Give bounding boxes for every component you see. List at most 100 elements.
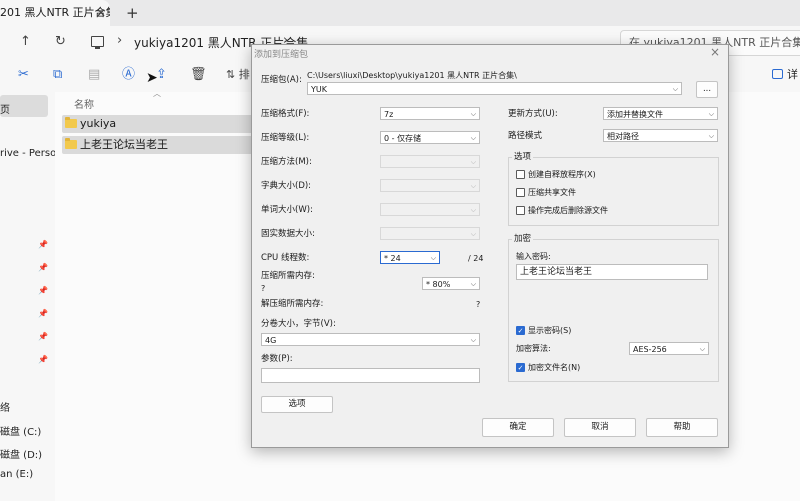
list-item[interactable]: 上老王论坛当老王 (62, 136, 254, 154)
sidebar-item-network[interactable]: 络 (0, 399, 10, 414)
level-value: 0 - 仅存储 (384, 134, 422, 143)
plus-icon[interactable]: + (126, 3, 139, 23)
sort-ascending-icon: ︿ (153, 89, 161, 98)
chevron-down-icon: ⌵ (470, 336, 476, 344)
dictionary-label: 字典大小(D): (261, 181, 312, 191)
format-select[interactable]: 7z ⌵ (380, 107, 480, 120)
password-label: 输入密码: (516, 252, 551, 261)
list-item[interactable]: yukiya (62, 115, 254, 133)
tab-bar (0, 0, 800, 26)
chevron-down-icon: ⌵ (470, 158, 476, 166)
encrypt-names-checkbox[interactable]: ✓ (516, 363, 525, 372)
chevron-down-icon: ⌵ (470, 206, 476, 214)
chevron-down-icon: ⌵ (470, 182, 476, 190)
sfx-checkbox[interactable] (516, 170, 525, 179)
split-label: 分卷大小，字节(V): (261, 319, 336, 329)
word-size-select[interactable]: ⌵ (380, 203, 480, 216)
update-label: 更新方式(U): (508, 109, 558, 119)
refresh-icon[interactable]: ↻ (55, 33, 66, 51)
archive-label: 压缩包(A): (261, 75, 302, 85)
solid-size-select[interactable]: ⌵ (380, 227, 480, 240)
tab-folder[interactable]: 201 黑人NTR 正片合集 (0, 0, 110, 26)
dictionary-select[interactable]: ⌵ (380, 179, 480, 192)
browse-button[interactable]: ... (696, 81, 718, 98)
pin-icon: 📌 (38, 332, 48, 341)
pin-icon: 📌 (38, 286, 48, 295)
sort-label: 排 (238, 68, 250, 81)
paste-icon[interactable]: ▤ (88, 68, 100, 82)
mem-compress-label: 压缩所需内存: (261, 271, 315, 281)
format-value: 7z (384, 110, 394, 119)
sidebar-item-onedrive[interactable]: rive - Person (0, 148, 63, 159)
memory-percent-value: * 80% (426, 280, 451, 289)
delete-after-checkbox[interactable] (516, 206, 525, 215)
chevron-down-icon: ⌵ (470, 134, 476, 142)
folder-icon (65, 138, 77, 149)
enc-method-select[interactable]: AES-256 ⌵ (629, 342, 709, 355)
rename-icon[interactable]: Ⓐ (122, 68, 135, 82)
cancel-button[interactable]: 取消 (564, 418, 636, 437)
folder-icon (65, 117, 77, 128)
ok-button[interactable]: 确定 (482, 418, 554, 437)
archive-path: C:\Users\liuxi\Desktop\yukiya1201 黑人NTR … (307, 71, 517, 80)
mem-decompress-label: 解压缩所需内存: (261, 299, 324, 309)
archive-name-combo[interactable]: YUK ⌵ (307, 82, 682, 95)
encryption-group-title: 加密 (512, 234, 534, 245)
sidebar-item-drive-d[interactable]: 磁盘 (D:) (0, 446, 42, 461)
shared-files-checkbox[interactable] (516, 188, 525, 197)
file-name: 上老王论坛当老王 (80, 138, 168, 151)
solid-size-label: 固实数据大小: (261, 229, 315, 239)
sfx-label: 创建自释放程序(X) (528, 170, 596, 179)
shared-files-label: 压缩共享文件 (528, 188, 576, 197)
close-icon[interactable]: × (710, 45, 720, 59)
delete-after-label: 操作完成后删除源文件 (528, 206, 608, 215)
details-pane-icon (772, 69, 783, 79)
chevron-down-icon: ⌵ (699, 345, 705, 353)
chevron-down-icon: ⌵ (470, 110, 476, 118)
threads-value: * 24 (384, 254, 401, 263)
chevron-down-icon: ⌵ (470, 280, 476, 288)
options-button[interactable]: 选项 (261, 396, 333, 413)
show-password-checkbox[interactable]: ✓ (516, 326, 525, 335)
chevron-down-icon: ⌵ (708, 110, 714, 118)
threads-select[interactable]: * 24 ⌵ (380, 251, 440, 264)
mem-compress-value: ? (261, 284, 266, 293)
close-icon[interactable]: ✕ (96, 0, 106, 26)
level-label: 压缩等级(L): (261, 133, 310, 143)
params-label: 参数(P): (261, 354, 293, 364)
word-size-label: 单词大小(W): (261, 205, 313, 215)
threads-total: / 24 (468, 254, 484, 263)
file-name: yukiya (80, 117, 117, 130)
pin-icon: 📌 (38, 263, 48, 272)
sidebar-item-home-label: 页 (0, 105, 10, 116)
pin-icon: 📌 (38, 355, 48, 364)
cut-icon[interactable]: ✂ (18, 68, 29, 82)
details-view-button[interactable]: 详 (772, 66, 798, 82)
tab-title: 201 黑人NTR 正片合集 (0, 6, 110, 19)
sidebar-item-drive-e[interactable]: an (E:) (0, 469, 33, 480)
threads-label: CPU 线程数: (261, 253, 310, 263)
add-to-archive-dialog: 添加到压缩包 × 压缩包(A): C:\Users\liuxi\Desktop\… (251, 44, 729, 448)
split-select[interactable]: 4G ⌵ (261, 333, 480, 346)
update-select[interactable]: 添加并替换文件 ⌵ (603, 107, 718, 120)
column-header-name[interactable]: 名称 (74, 96, 94, 111)
chevron-right-icon[interactable]: › (117, 33, 122, 48)
sidebar-item-drive-c[interactable]: 磁盘 (C:) (0, 423, 41, 438)
help-button[interactable]: 帮助 (646, 418, 718, 437)
sort-button[interactable]: ⇅ 排 (226, 68, 250, 82)
delete-icon[interactable]: 🗑 (190, 68, 207, 82)
method-select[interactable]: ⌵ (380, 155, 480, 168)
memory-percent-select[interactable]: * 80% ⌵ (422, 277, 480, 290)
computer-icon[interactable] (91, 36, 104, 49)
level-select[interactable]: 0 - 仅存储 ⌵ (380, 131, 480, 144)
password-input[interactable]: 上老王论坛当老王 (516, 264, 708, 280)
chevron-down-icon: ⌵ (708, 132, 714, 140)
pin-icon: 📌 (38, 309, 48, 318)
path-mode-select[interactable]: 相对路径 ⌵ (603, 129, 718, 142)
method-label: 压缩方法(M): (261, 157, 312, 167)
copy-icon[interactable]: ⧉ (53, 68, 62, 82)
arrow-up-icon[interactable]: ↑ (20, 33, 31, 51)
encrypt-names-label: 加密文件名(N) (528, 363, 581, 372)
split-value: 4G (265, 336, 277, 345)
params-input[interactable] (261, 368, 480, 383)
